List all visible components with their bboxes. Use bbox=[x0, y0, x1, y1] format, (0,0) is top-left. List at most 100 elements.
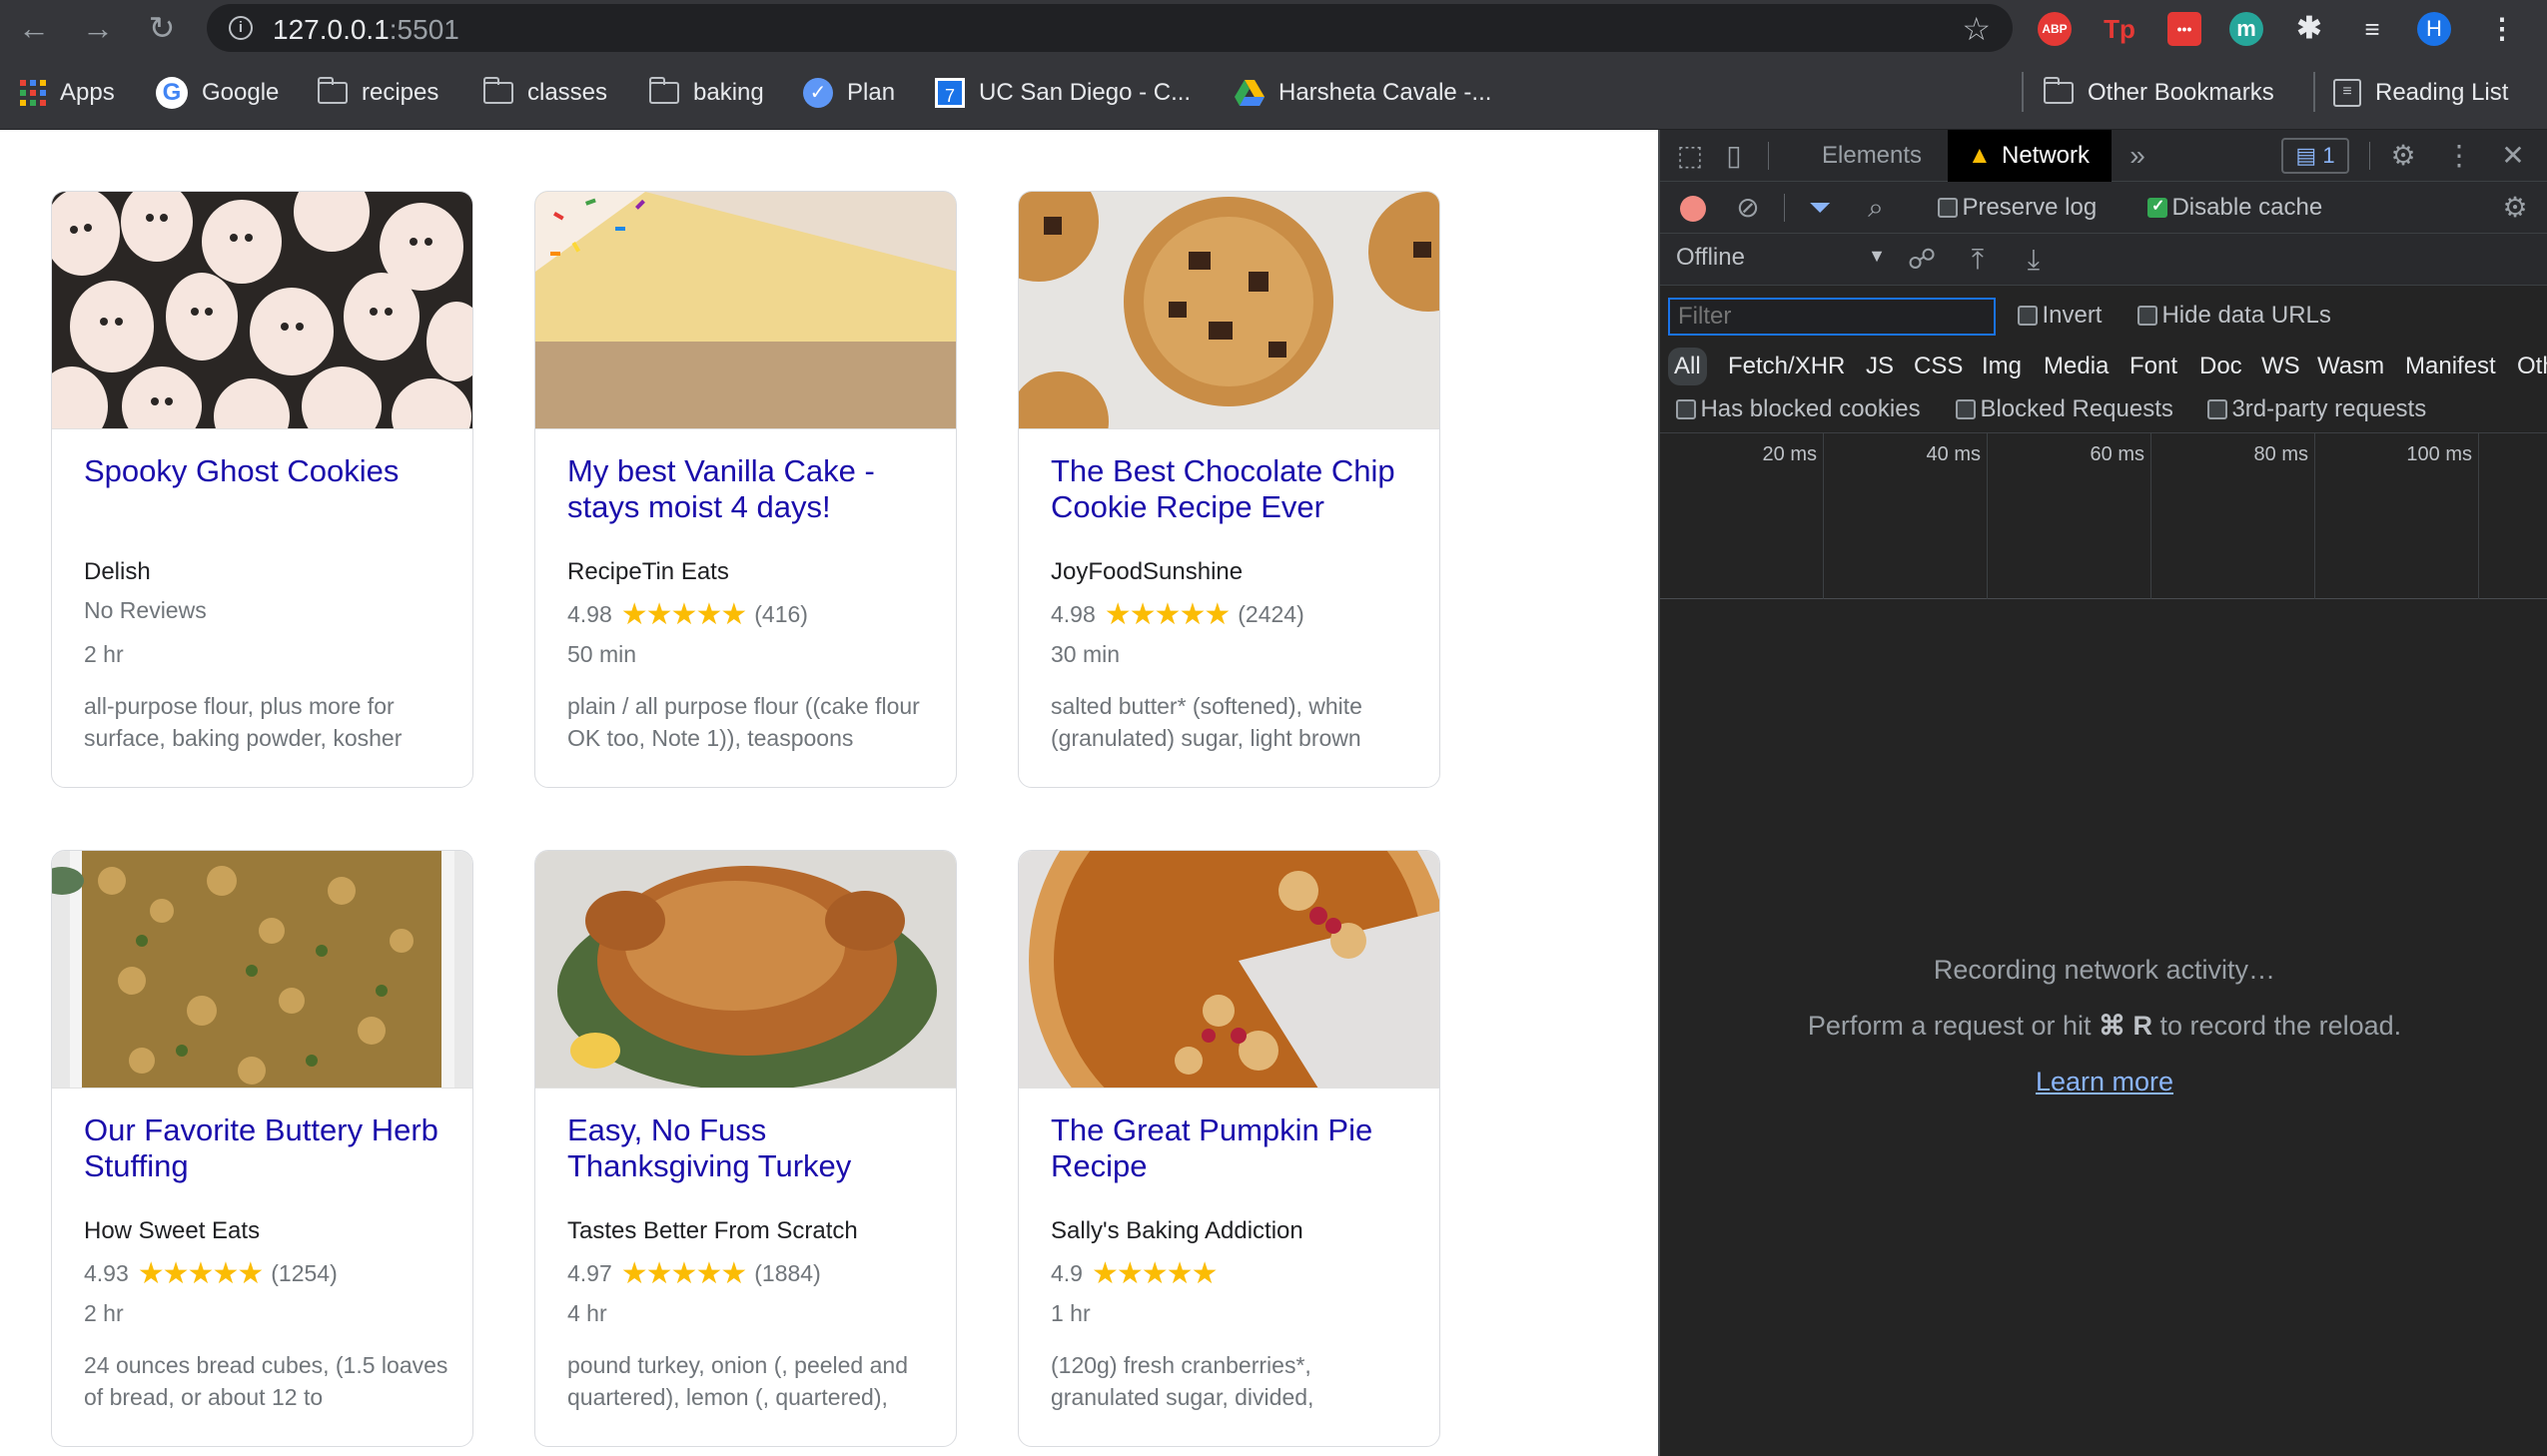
more-tabs-icon[interactable]: » bbox=[2120, 138, 2155, 174]
recipe-card[interactable]: My best Vanilla Cake - stays moist 4 day… bbox=[534, 191, 957, 788]
filter-input[interactable] bbox=[1668, 298, 1996, 336]
disable-cache-checkbox[interactable]: Disable cache bbox=[2147, 194, 2322, 222]
rating-value: 4.9 bbox=[1051, 1260, 1083, 1286]
type-filter-js[interactable]: JS bbox=[1866, 348, 1894, 385]
blocked-requests-checkbox[interactable]: Blocked Requests bbox=[1956, 395, 2173, 423]
checkbox[interactable] bbox=[2018, 306, 2038, 326]
has-blocked-cookies-checkbox[interactable]: Has blocked cookies bbox=[1676, 395, 1921, 423]
import-har-icon[interactable]: ⤒ bbox=[1960, 242, 1996, 278]
profile-avatar[interactable]: H bbox=[2417, 12, 2451, 46]
network-timeline-overview[interactable]: 20 ms 40 ms 60 ms 80 ms 100 ms bbox=[1660, 433, 2547, 599]
type-filter-ws[interactable]: WS bbox=[2261, 348, 2300, 385]
recipe-page: Spooky Ghost Cookies Delish No Reviews 2… bbox=[0, 130, 1658, 1456]
bookmark-ucsd[interactable]: 7 UC San Diego - C... bbox=[935, 76, 1191, 110]
recipe-card[interactable]: Easy, No Fuss Thanksgiving Turkey Tastes… bbox=[534, 850, 957, 1447]
m-ext-icon[interactable]: m bbox=[2229, 12, 2263, 46]
recipe-card[interactable]: The Best Chocolate Chip Cookie Recipe Ev… bbox=[1018, 191, 1440, 788]
bookmark-baking[interactable]: baking bbox=[648, 76, 764, 110]
recipe-title[interactable]: The Best Chocolate Chip Cookie Recipe Ev… bbox=[1051, 453, 1420, 525]
forward-icon[interactable]: → bbox=[78, 8, 118, 48]
recipe-card[interactable]: Our Favorite Buttery Herb Stuffing How S… bbox=[51, 850, 473, 1447]
recipe-image-thanksgiving-turkey[interactable] bbox=[535, 851, 956, 1089]
recipe-title[interactable]: The Great Pumpkin Pie Recipe bbox=[1051, 1112, 1420, 1184]
type-filter-font[interactable]: Font bbox=[2129, 348, 2177, 385]
abp-icon[interactable]: ABP bbox=[2038, 12, 2072, 46]
dots-ext-icon[interactable]: ••• bbox=[2167, 12, 2201, 46]
bookmark-apps[interactable]: Apps bbox=[20, 76, 115, 110]
third-party-requests-checkbox[interactable]: 3rd-party requests bbox=[2207, 395, 2426, 423]
bookmark-plan[interactable]: ✓ Plan bbox=[803, 76, 895, 110]
check-circle-icon: ✓ bbox=[803, 78, 833, 108]
checkbox[interactable] bbox=[2147, 196, 2167, 218]
search-icon[interactable]: ⌕ bbox=[1858, 190, 1894, 226]
info-icon[interactable]: i bbox=[229, 16, 253, 40]
checkbox[interactable] bbox=[1956, 399, 1976, 419]
bookmark-other[interactable]: Other Bookmarks bbox=[2043, 76, 2274, 110]
close-devtools-icon[interactable]: ✕ bbox=[2495, 138, 2531, 174]
tp-icon[interactable]: Tp bbox=[2103, 12, 2136, 46]
network-conditions-icon[interactable]: ☍ bbox=[1902, 242, 1942, 278]
recipe-image-ghost-cookies[interactable] bbox=[52, 192, 472, 429]
type-filter-img[interactable]: Img bbox=[1982, 348, 2022, 385]
address-bar[interactable]: i 127.0.0.1:5501 ☆ bbox=[207, 4, 2013, 52]
invert-checkbox[interactable]: Invert bbox=[2018, 302, 2102, 330]
recipe-time: 50 min bbox=[567, 641, 637, 667]
recipe-title[interactable]: My best Vanilla Cake - stays moist 4 day… bbox=[567, 453, 937, 525]
device-toolbar-icon[interactable]: ▯ bbox=[1716, 138, 1752, 174]
recipe-title[interactable]: Our Favorite Buttery Herb Stuffing bbox=[84, 1112, 453, 1184]
recipe-image-vanilla-cake[interactable] bbox=[535, 192, 956, 429]
recipe-image-herb-stuffing[interactable] bbox=[52, 851, 472, 1089]
kebab-menu-icon[interactable]: ⋮ bbox=[2485, 12, 2519, 46]
bookmark-label: Reading List bbox=[2375, 79, 2509, 106]
recipe-rating: 4.9 ★★★★★ bbox=[1051, 1256, 1225, 1291]
inspect-element-icon[interactable]: ⬚ bbox=[1672, 138, 1708, 174]
throttling-select[interactable]: Offline ▼ bbox=[1676, 244, 1886, 272]
issues-count: 1 bbox=[2322, 143, 2335, 168]
recipe-image-chocolate-chip-cookie[interactable] bbox=[1019, 192, 1439, 429]
type-filter-other[interactable]: Oth bbox=[2517, 348, 2547, 385]
back-icon[interactable]: ← bbox=[14, 8, 54, 48]
browser-toolbar: ← → ↻ i 127.0.0.1:5501 ☆ ABP Tp ••• m ✱ … bbox=[0, 0, 2547, 56]
bookmark-recipes[interactable]: recipes bbox=[317, 76, 438, 110]
hide-data-urls-checkbox[interactable]: Hide data URLs bbox=[2137, 302, 2331, 330]
filter-funnel-icon[interactable]: ⏷ bbox=[1802, 190, 1838, 226]
bookmark-classes[interactable]: classes bbox=[482, 76, 607, 110]
learn-more-link[interactable]: Learn more bbox=[2036, 1067, 2173, 1096]
calendar-icon: 7 bbox=[935, 78, 965, 108]
checkbox[interactable] bbox=[1676, 399, 1696, 419]
tab-network[interactable]: ▲ Network bbox=[1948, 130, 2113, 182]
recipe-title[interactable]: Easy, No Fuss Thanksgiving Turkey bbox=[567, 1112, 937, 1184]
network-settings-gear-icon[interactable]: ⚙ bbox=[2497, 190, 2533, 226]
bookmark-harsheta[interactable]: Harsheta Cavale -... bbox=[1235, 76, 1491, 110]
checkbox[interactable] bbox=[2137, 306, 2157, 326]
checkbox[interactable] bbox=[1938, 198, 1958, 218]
tab-elements[interactable]: Elements bbox=[1800, 130, 1944, 182]
recipe-image-pumpkin-pie[interactable] bbox=[1019, 851, 1439, 1089]
settings-gear-icon[interactable]: ⚙ bbox=[2385, 138, 2421, 174]
type-filter-all[interactable]: All bbox=[1668, 348, 1707, 385]
bookmark-label: Other Bookmarks bbox=[2088, 79, 2274, 106]
type-filter-css[interactable]: CSS bbox=[1914, 348, 1963, 385]
record-button-icon[interactable] bbox=[1680, 196, 1706, 222]
reading-list[interactable]: ≡ Reading List bbox=[2333, 76, 2508, 110]
recipe-card[interactable]: Spooky Ghost Cookies Delish No Reviews 2… bbox=[51, 191, 473, 788]
media-control-icon[interactable]: ≡ bbox=[2355, 12, 2389, 46]
recipe-card[interactable]: The Great Pumpkin Pie Recipe Sally's Bak… bbox=[1018, 850, 1440, 1447]
type-filter-fetch-xhr[interactable]: Fetch/XHR bbox=[1728, 348, 1845, 385]
export-har-icon[interactable]: ⤓ bbox=[2016, 242, 2052, 278]
preserve-log-checkbox[interactable]: Preserve log bbox=[1938, 194, 2097, 222]
url-text[interactable]: 127.0.0.1:5501 bbox=[273, 14, 459, 46]
recipe-title[interactable]: Spooky Ghost Cookies bbox=[84, 453, 453, 489]
bookmark-star-icon[interactable]: ☆ bbox=[1962, 10, 1991, 48]
type-filter-wasm[interactable]: Wasm bbox=[2317, 348, 2384, 385]
devtools-menu-icon[interactable]: ⋮ bbox=[2441, 138, 2477, 174]
issues-badge[interactable]: ▤ 1 bbox=[2281, 138, 2349, 174]
clear-icon[interactable]: ⊘ bbox=[1730, 190, 1766, 226]
type-filter-doc[interactable]: Doc bbox=[2199, 348, 2242, 385]
extensions-puzzle-icon[interactable]: ✱ bbox=[2292, 12, 2326, 46]
checkbox[interactable] bbox=[2207, 399, 2227, 419]
reload-icon[interactable]: ↻ bbox=[142, 8, 182, 48]
type-filter-manifest[interactable]: Manifest bbox=[2405, 348, 2496, 385]
bookmark-google[interactable]: G Google bbox=[156, 76, 279, 110]
type-filter-media[interactable]: Media bbox=[2044, 348, 2109, 385]
